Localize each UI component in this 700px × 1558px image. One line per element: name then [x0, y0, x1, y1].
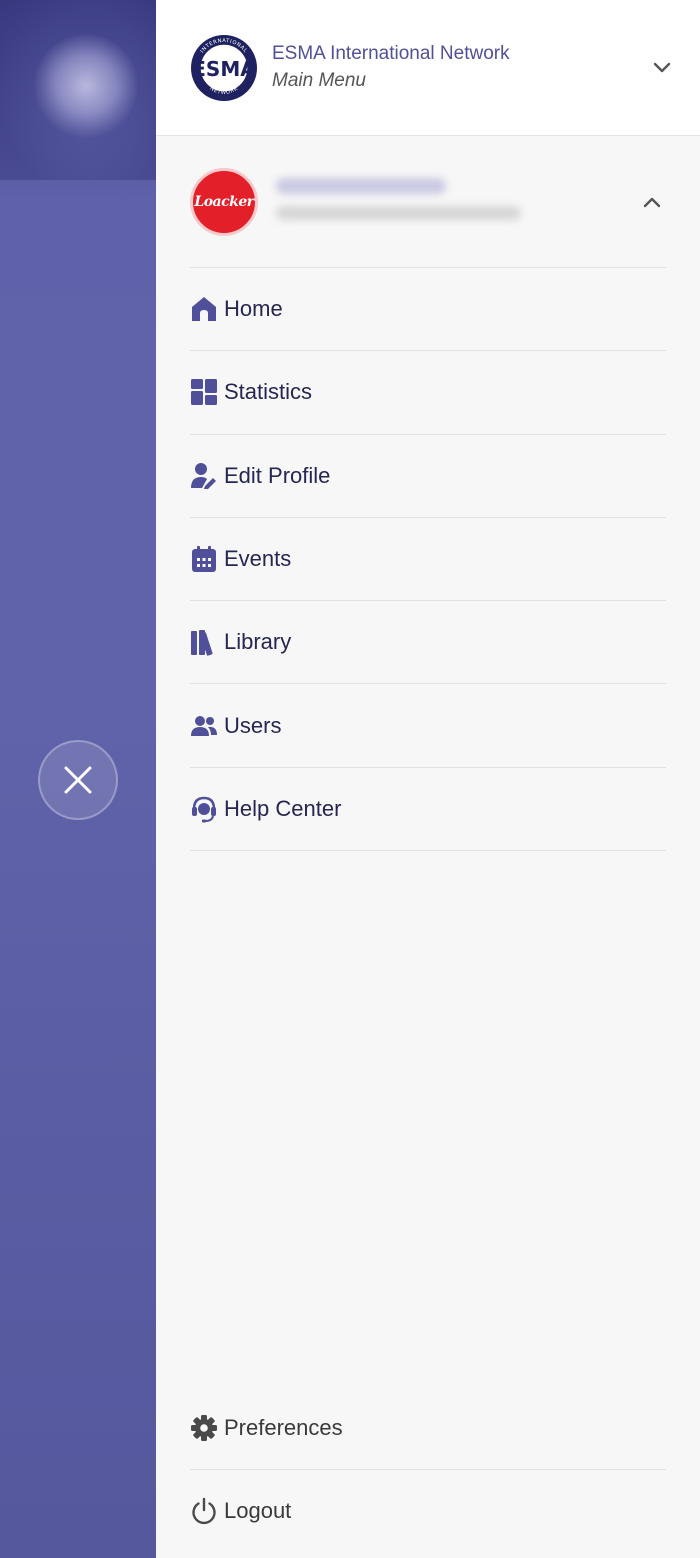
preferences-button[interactable]: Preferences: [190, 1386, 666, 1469]
close-drawer-button[interactable]: [38, 740, 118, 820]
network-switcher[interactable]: INTERNATIONAL NETWORK ESMA ESMA Internat…: [156, 0, 700, 136]
account-switcher[interactable]: Loacker: [190, 136, 666, 268]
navigation-drawer: INTERNATIONAL NETWORK ESMA ESMA Internat…: [156, 0, 700, 1558]
menu-item-users[interactable]: Users: [190, 684, 666, 768]
power-icon: [190, 1497, 218, 1525]
menu-item-home[interactable]: Home: [190, 268, 666, 352]
account-name-redacted: [276, 177, 446, 194]
menu-item-statistics[interactable]: Statistics: [190, 351, 666, 435]
backdrop-shade: [0, 0, 156, 180]
books-icon: [190, 628, 218, 656]
network-title: ESMA International Network: [272, 42, 510, 64]
drawer-footer: Preferences Logout: [190, 1386, 666, 1552]
menu-item-help-center[interactable]: Help Center: [190, 768, 666, 852]
menu-item-library[interactable]: Library: [190, 601, 666, 685]
account-role-redacted: [276, 205, 521, 220]
gear-icon: [190, 1414, 218, 1442]
chevron-down-icon[interactable]: [648, 54, 676, 82]
svg-text:ESMA: ESMA: [192, 57, 256, 81]
menu-item-events[interactable]: Events: [190, 518, 666, 602]
account-details-blurred: [272, 168, 638, 236]
user-edit-icon: [190, 462, 218, 490]
chevron-up-icon[interactable]: [638, 188, 666, 216]
dashboard-icon: [190, 378, 218, 406]
logout-button[interactable]: Logout: [190, 1469, 666, 1552]
calendar-icon: [190, 545, 218, 573]
main-menu: Home Statistics Edit Profile Events Libr…: [190, 268, 666, 852]
headset-icon: [190, 795, 218, 823]
company-logo: Loacker: [190, 167, 258, 236]
close-icon: [64, 766, 92, 794]
home-icon: [190, 295, 218, 323]
users-icon: [190, 712, 218, 740]
network-subtitle: Main Menu: [272, 69, 366, 91]
menu-item-edit-profile[interactable]: Edit Profile: [190, 435, 666, 518]
esma-logo: INTERNATIONAL NETWORK ESMA: [191, 34, 257, 101]
